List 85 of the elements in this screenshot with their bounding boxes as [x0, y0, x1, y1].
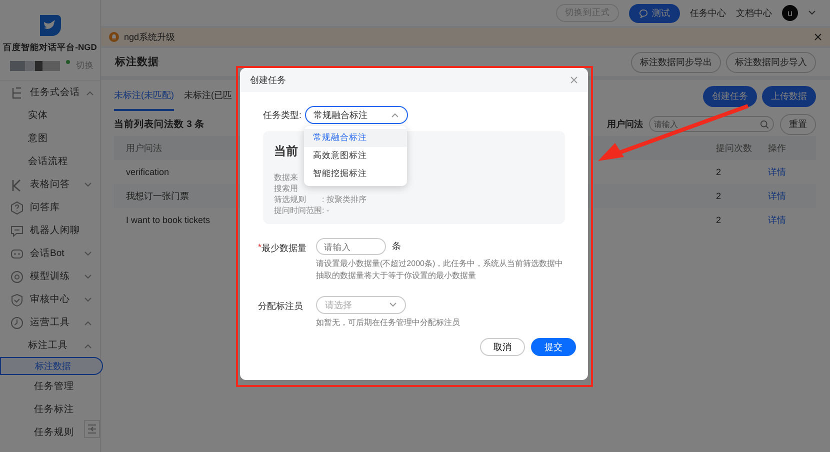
menu-item[interactable]: 机器人闲聊	[0, 219, 100, 242]
menu-item[interactable]: 模型训练	[0, 265, 100, 288]
dialog-title: 创建任务	[250, 74, 286, 86]
menu-item[interactable]: 会话Bot	[0, 242, 100, 265]
info-label: 数据来	[274, 172, 298, 183]
required-mark: *	[258, 242, 262, 252]
tab[interactable]: 未标注(已匹	[184, 81, 232, 111]
menu-item[interactable]: 运营工具	[0, 311, 100, 334]
menu-item[interactable]: 审核中心	[0, 288, 100, 311]
test-button[interactable]: 测试	[629, 4, 680, 22]
nav-link[interactable]: 任务中心	[690, 6, 726, 20]
field-label: 任务类型:	[263, 108, 302, 122]
dropdown-option[interactable]: 常规融合标注	[304, 129, 407, 147]
menu-item[interactable]: 任务管理	[0, 375, 90, 398]
bell-icon	[109, 32, 119, 42]
menu-item[interactable]: 问答库	[0, 196, 100, 219]
caret-icon	[808, 10, 816, 16]
sync-button[interactable]: 标注数据同步导出	[631, 52, 721, 72]
bird-logo-icon	[37, 12, 63, 38]
dropdown-option[interactable]: 智能挖掘标注	[304, 165, 407, 183]
field-label: 最少数据量	[262, 242, 307, 255]
menu-item[interactable]: 会话流程	[0, 150, 100, 173]
primary-button[interactable]: 创建任务	[703, 86, 757, 106]
submit-button[interactable]: 提交	[531, 338, 576, 356]
filter-label: 用户问法	[607, 118, 643, 130]
table-cell: 2	[716, 215, 722, 225]
dropdown-option[interactable]: 高效意图标注	[304, 147, 407, 165]
detail-link[interactable]: 详情	[768, 214, 786, 226]
count-text: 当前列表问法数 3 条	[114, 118, 205, 130]
search-icon	[760, 120, 769, 128]
table-cell: 2	[716, 167, 722, 177]
reset-button[interactable]: 重置	[780, 114, 816, 134]
help-text: 如暂无，可后期在任务管理中分配标注员	[316, 317, 461, 329]
help-text: 请设置最小数据量(不超过2000条)，此任务中，系统从当前筛选数据中抽取的数据量将大于等于你设置的最小数据量	[316, 258, 564, 282]
table-cell: verification	[126, 167, 170, 177]
menu-item[interactable]: 标注工具	[0, 334, 100, 357]
unit-label: 条	[392, 240, 401, 253]
card-title: 当前	[274, 143, 298, 160]
caret-icon	[389, 302, 397, 308]
primary-button[interactable]: 上传数据	[762, 86, 816, 106]
page-title: 标注数据	[115, 55, 159, 69]
menu-item[interactable]: 标注数据	[0, 357, 103, 375]
close-icon[interactable]	[814, 33, 822, 41]
field-label: 分配标注员	[258, 300, 303, 313]
close-icon[interactable]	[570, 76, 578, 84]
detail-link[interactable]: 详情	[768, 190, 786, 202]
menu-item[interactable]: 意图	[0, 127, 100, 150]
tab[interactable]: 未标注(未匹配)	[114, 81, 174, 111]
target-icon	[10, 270, 24, 284]
table-cell: I want to book tickets	[126, 215, 210, 225]
tree-icon	[10, 86, 24, 100]
bot-icon	[10, 246, 24, 260]
column-header: 提问次数	[716, 142, 752, 154]
task-type-select[interactable]: 常规融合标注	[304, 106, 408, 124]
info-label: 搜索用	[274, 183, 298, 194]
menu-item[interactable]: 表格问答	[0, 173, 100, 196]
banner-text: ngd系统升级	[124, 30, 176, 44]
info-value: : 按聚类排序	[322, 194, 366, 205]
sync-button[interactable]: 标注数据同步导入	[726, 52, 816, 72]
info-label: 筛选规则	[274, 194, 306, 205]
status-dot	[66, 60, 70, 64]
platform-title: 百度智能对话平台-NGD	[3, 42, 97, 54]
collapse-icon[interactable]	[84, 420, 100, 438]
chat-icon	[639, 8, 648, 18]
column-header: 用户问法	[126, 142, 162, 154]
search-field[interactable]: 请输入	[649, 116, 774, 132]
clock-icon	[10, 316, 24, 330]
chat-icon	[10, 224, 24, 238]
user-avatar[interactable]: u	[782, 5, 798, 21]
menu-item[interactable]: 任务标注	[0, 398, 90, 421]
input-field[interactable]: 请输入	[316, 238, 386, 255]
menu-item[interactable]: 实体	[0, 104, 100, 127]
info-label: 提问时间范围	[274, 205, 322, 216]
detail-link[interactable]: 详情	[768, 166, 786, 178]
blurred-account	[10, 61, 60, 71]
nav-link[interactable]: 文档中心	[736, 6, 772, 20]
table-cell: 2	[716, 191, 722, 201]
shield-icon	[10, 292, 24, 306]
cancel-button[interactable]: 取消	[480, 338, 525, 356]
hexagon-icon	[10, 200, 24, 214]
column-header: 操作	[768, 142, 786, 154]
table-cell: 我想订一张门票	[126, 190, 189, 202]
menu-item[interactable]: 任务式会话	[0, 81, 100, 104]
assignee-select[interactable]: 请选择	[316, 296, 406, 314]
info-value: : -	[322, 205, 330, 216]
